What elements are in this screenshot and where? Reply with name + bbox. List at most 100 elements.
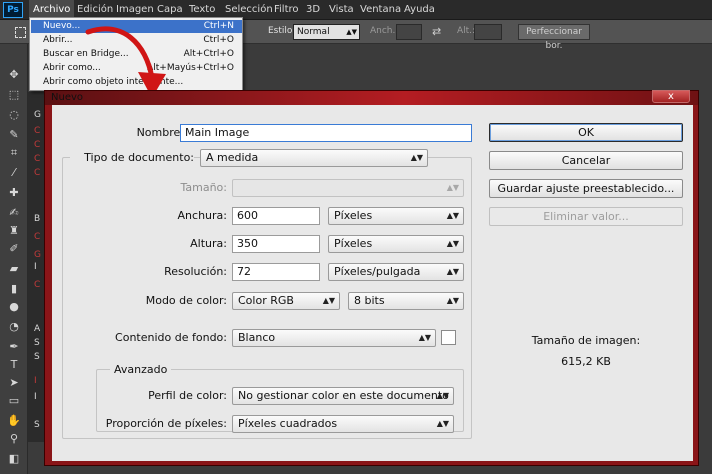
marquee-icon[interactable] xyxy=(15,27,26,38)
alt-label: Alt.: xyxy=(457,26,476,36)
side-letter: C xyxy=(34,232,41,242)
resolucion-label: Resolución: xyxy=(164,265,227,278)
anch-label: Anch.: xyxy=(370,26,399,36)
ok-button[interactable]: OK xyxy=(489,123,683,142)
side-letter: C xyxy=(34,168,41,178)
side-letter: G xyxy=(34,110,41,120)
side-letter: S xyxy=(34,338,40,348)
nombre-label: Nombre: xyxy=(136,126,184,139)
zoom-tool-icon[interactable]: ⚲ xyxy=(4,430,24,448)
side-letter: S xyxy=(34,420,40,430)
chevron-down-icon: ▲▼ xyxy=(446,211,459,220)
blur-tool-icon[interactable]: ● xyxy=(4,298,24,316)
chevron-down-icon: ▲▼ xyxy=(418,333,431,342)
stamp-tool-icon[interactable]: ♜ xyxy=(4,222,24,240)
brush-tool-icon[interactable]: ✍ xyxy=(4,204,24,222)
chevron-down-icon: ▲▼ xyxy=(322,296,335,305)
menu-ayuda[interactable]: Ayuda xyxy=(400,0,439,20)
dialog-title: Nuevo xyxy=(51,92,84,103)
side-letter: I xyxy=(34,262,37,272)
tipo-documento-select[interactable]: A medida ▲▼ xyxy=(200,149,428,167)
altura-unit-select[interactable]: Píxeles ▲▼ xyxy=(328,235,464,253)
chevron-down-icon: ▲▼ xyxy=(346,28,357,36)
side-letter: C xyxy=(34,280,41,290)
type-tool-icon[interactable]: T xyxy=(4,356,24,374)
cancel-button[interactable]: Cancelar xyxy=(489,151,683,170)
photoshop-logo: Ps xyxy=(3,2,23,18)
tamano-select[interactable]: ▲▼ xyxy=(232,179,464,197)
path-select-tool-icon[interactable]: ➤ xyxy=(4,374,24,392)
anch-field[interactable] xyxy=(396,24,422,40)
chevron-down-icon: ▲▼ xyxy=(410,153,423,162)
anchura-input[interactable]: 600 xyxy=(232,207,320,225)
crop-tool-icon[interactable]: ⌗ xyxy=(4,144,24,162)
perfil-color-select[interactable]: No gestionar color en este documento ▲▼ xyxy=(232,387,454,405)
bits-select[interactable]: 8 bits ▲▼ xyxy=(348,292,464,310)
anchura-unit-select[interactable]: Píxeles ▲▼ xyxy=(328,207,464,225)
altura-label: Altura: xyxy=(190,237,227,250)
chevron-down-icon: ▲▼ xyxy=(446,296,459,305)
close-button[interactable]: x xyxy=(652,90,690,103)
side-letter: B xyxy=(34,214,41,224)
new-document-dialog: Nuevo x Nombre: Main Image Tipo de docum… xyxy=(44,90,699,466)
eraser-tool-icon[interactable]: ▰ xyxy=(4,260,24,278)
side-letter: A xyxy=(34,324,41,334)
modo-color-select[interactable]: Color RGB ▲▼ xyxy=(232,292,340,310)
hand-tool-icon[interactable]: ✋ xyxy=(4,412,24,430)
chevron-down-icon: ▲▼ xyxy=(446,267,459,276)
swap-icon[interactable]: ⇄ xyxy=(432,25,441,38)
image-size-label: Tamaño de imagen: xyxy=(531,334,641,347)
anchura-label: Anchura: xyxy=(177,209,227,222)
lasso-tool-icon[interactable]: ◌ xyxy=(4,106,24,124)
side-letter: C xyxy=(34,140,41,150)
alt-field[interactable] xyxy=(474,24,502,40)
proporcion-pixeles-select[interactable]: Píxeles cuadrados ▲▼ xyxy=(232,415,454,433)
healing-tool-icon[interactable]: ✚ xyxy=(4,184,24,202)
estilo-select[interactable]: Normal ▲▼ xyxy=(293,24,360,40)
image-size-value: 615,2 KB xyxy=(561,355,611,368)
tools-panel: ✥ ⬚ ◌ ✎ ⌗ ⁄ ✚ ✍ ♜ ✐ ▰ ▮ ● ◔ ✒ T ➤ ▭ ✋ ⚲ … xyxy=(0,44,28,474)
resolucion-unit-select[interactable]: Píxeles/pulgada ▲▼ xyxy=(328,263,464,281)
menu-ventana[interactable]: Ventana xyxy=(356,0,405,20)
tipo-documento-label: Tipo de documento: xyxy=(70,151,194,164)
dodge-tool-icon[interactable]: ◔ xyxy=(4,318,24,336)
side-letter: C xyxy=(34,154,41,164)
side-letter: I xyxy=(34,392,37,402)
quick-select-tool-icon[interactable]: ✎ xyxy=(4,126,24,144)
eyedropper-tool-icon[interactable]: ⁄ xyxy=(4,164,24,182)
menu-3d[interactable]: 3D xyxy=(302,0,324,20)
history-brush-tool-icon[interactable]: ✐ xyxy=(4,240,24,258)
menu-vista[interactable]: Vista xyxy=(325,0,358,20)
contenido-fondo-select[interactable]: Blanco ▲▼ xyxy=(232,329,436,347)
avanzado-label[interactable]: Avanzado xyxy=(110,363,172,376)
nombre-input[interactable]: Main Image xyxy=(180,124,472,142)
side-letter: I xyxy=(34,376,37,386)
dialog-titlebar[interactable]: Nuevo x xyxy=(45,90,698,105)
menu-filtro[interactable]: Filtro xyxy=(270,0,303,20)
chevron-down-icon: ▲▼ xyxy=(436,419,449,428)
estilo-label: Estilo: xyxy=(268,26,296,36)
dialog-body: Nombre: Main Image Tipo de documento: A … xyxy=(52,105,693,461)
save-preset-button[interactable]: Guardar ajuste preestablecido... xyxy=(489,179,683,198)
refine-edge-button[interactable]: Perfeccionar bor. xyxy=(518,24,590,51)
modo-color-label: Modo de color: xyxy=(145,294,227,307)
resolucion-input[interactable]: 72 xyxy=(232,263,320,281)
gradient-tool-icon[interactable]: ▮ xyxy=(4,280,24,298)
altura-input[interactable]: 350 xyxy=(232,235,320,253)
side-letter: G xyxy=(34,250,41,260)
marquee-tool-icon[interactable]: ⬚ xyxy=(4,86,24,104)
side-letter: C xyxy=(34,126,41,136)
chevron-down-icon: ▲▼ xyxy=(446,183,459,192)
background-color-swatch[interactable] xyxy=(441,330,456,345)
proporcion-pixeles-label: Proporción de píxeles: xyxy=(105,417,227,430)
pen-tool-icon[interactable]: ✒ xyxy=(4,338,24,356)
chevron-down-icon: ▲▼ xyxy=(436,391,449,400)
chevron-down-icon: ▲▼ xyxy=(446,239,459,248)
move-tool-icon[interactable]: ✥ xyxy=(4,66,24,84)
delete-preset-button[interactable]: Eliminar valor... xyxy=(489,207,683,226)
perfil-color-label: Perfil de color: xyxy=(148,389,227,402)
shape-tool-icon[interactable]: ▭ xyxy=(4,392,24,410)
side-letter: S xyxy=(34,352,40,362)
contenido-fondo-label: Contenido de fondo: xyxy=(115,331,227,344)
color-swatches-icon[interactable]: ◧ xyxy=(4,450,24,468)
